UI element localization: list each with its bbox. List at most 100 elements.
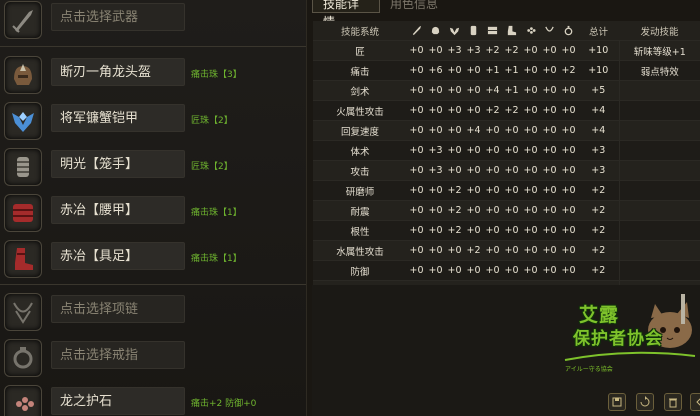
skill-value: +0	[426, 80, 445, 101]
equipment-slot-waist[interactable]: 赤冶【腰甲】 痛击珠【1】	[0, 189, 306, 235]
skill-value: +0	[521, 140, 540, 161]
skill-value: +0	[559, 180, 578, 201]
skill-value: +0	[407, 260, 426, 281]
equipment-name[interactable]: 断刃一角龙头盔	[51, 58, 185, 86]
skill-value: +0	[540, 100, 559, 121]
skill-value: +0	[559, 120, 578, 141]
skill-value: +0	[540, 80, 559, 101]
decoration-label: 痛击珠【1】	[191, 254, 242, 264]
decoration-label: 痛击珠【1】	[191, 208, 242, 218]
save-icon	[612, 397, 622, 407]
skill-value: +0	[426, 180, 445, 201]
delete-button[interactable]	[664, 393, 682, 411]
equipment-slot-ring[interactable]: 点击选择戒指	[0, 334, 306, 380]
header-total: 总计	[578, 21, 619, 41]
skill-value: +0	[464, 260, 483, 281]
gauntlet-icon	[4, 148, 42, 186]
decoration-label: 匠珠【2】	[191, 162, 233, 172]
skill-name: 匠	[313, 40, 407, 61]
skill-value: +0	[502, 140, 521, 161]
skill-value: +0	[502, 160, 521, 181]
skill-value: +2	[483, 100, 502, 121]
equipment-name[interactable]: 赤冶【腰甲】	[51, 196, 185, 224]
equipment-slot-head[interactable]: 断刃一角龙头盔 痛击珠【3】	[0, 51, 306, 97]
equipment-name[interactable]: 点击选择项链	[51, 295, 185, 323]
skill-value: +0	[445, 160, 464, 181]
table-row: 防御 +0 +0 +0 +0 +0 +0 +0 +0 +0 +2	[313, 260, 700, 281]
active-skill	[618, 120, 700, 141]
table-row: 痛击 +0 +6 +0 +0 +1 +1 +0 +0 +2 +10 弱点特效	[313, 60, 700, 81]
waist-armor-icon	[483, 21, 502, 41]
skill-value: +0	[540, 200, 559, 221]
skill-value: +0	[559, 140, 578, 161]
equipment-slot-necklace[interactable]: 点击选择项链	[0, 288, 306, 334]
skill-value: +0	[445, 260, 464, 281]
decoration-label: 痛击珠【3】	[191, 70, 242, 80]
skill-value: +2	[502, 100, 521, 121]
equipment-name[interactable]: 点击选择戒指	[51, 341, 185, 369]
divider	[0, 46, 306, 47]
skill-value: +0	[483, 160, 502, 181]
active-skill	[618, 140, 700, 161]
skill-name: 耐震	[313, 200, 407, 221]
table-row: 耐震 +0 +0 +2 +0 +0 +0 +0 +0 +0 +2	[313, 200, 700, 221]
skill-value: +0	[464, 160, 483, 181]
necklace-icon	[4, 293, 42, 331]
active-skill	[618, 200, 700, 221]
skill-value: +4	[464, 120, 483, 141]
table-row: 火属性攻击 +0 +0 +0 +0 +2 +2 +0 +0 +0 +4	[313, 100, 700, 121]
waist-armor-icon	[4, 194, 42, 232]
skill-value: +2	[559, 60, 578, 81]
header-skill-system: 技能系统	[313, 21, 407, 41]
equipment-name[interactable]: 点击选择武器	[51, 3, 185, 31]
table-row: 体术 +0 +3 +0 +0 +0 +0 +0 +0 +0 +3	[313, 140, 700, 161]
skill-value: +0	[559, 200, 578, 221]
equipment-name[interactable]: 赤冶【具足】	[51, 242, 185, 270]
save-button[interactable]	[608, 393, 626, 411]
equipment-name[interactable]: 明光【笼手】	[51, 150, 185, 178]
skill-value: +2	[445, 180, 464, 201]
table-header-row: 技能系统 总计 发动技能	[313, 21, 700, 41]
skill-name: 火属性攻击	[313, 100, 407, 121]
table-row: 匠 +0 +0 +3 +3 +2 +2 +0 +0 +0 +10 斩味等级+1	[313, 40, 700, 61]
active-skill	[618, 160, 700, 181]
chest-armor-icon	[445, 21, 464, 41]
skill-value: +0	[464, 200, 483, 221]
equipment-slot-talisman[interactable]: 龙之护石 痛击+2 防御+0	[0, 380, 306, 416]
skill-value: +0	[502, 260, 521, 281]
skill-value: +6	[426, 60, 445, 81]
skill-value: +0	[540, 60, 559, 81]
equipment-slot-weapon[interactable]: 点击选择武器	[0, 0, 306, 42]
skill-value: +0	[464, 140, 483, 161]
helmet-icon	[4, 56, 42, 94]
skill-value: +0	[559, 260, 578, 281]
equipment-panel: 点击选择武器 断刃一角龙头盔 痛击珠【3】 将军镰蟹铠甲 匠珠【2】 明光【笼手…	[0, 0, 307, 416]
skill-value: +0	[521, 180, 540, 201]
skill-value: +0	[521, 80, 540, 101]
skill-value: +4	[483, 80, 502, 101]
skill-value: +0	[464, 100, 483, 121]
table-row: 剑术 +0 +0 +0 +0 +4 +1 +0 +0 +0 +5	[313, 80, 700, 101]
skill-value: +0	[559, 160, 578, 181]
skill-value: +0	[407, 80, 426, 101]
tab-usage-info[interactable]: 用色信息	[380, 0, 452, 13]
reload-button[interactable]	[636, 393, 654, 411]
skill-value: +0	[540, 160, 559, 181]
equipment-slot-arms[interactable]: 明光【笼手】 匠珠【2】	[0, 143, 306, 189]
skill-value: +0	[445, 240, 464, 261]
skill-value: +0	[540, 180, 559, 201]
skill-name: 痛击	[313, 60, 407, 81]
skill-value: +1	[502, 60, 521, 81]
equipment-name[interactable]: 龙之护石	[51, 387, 185, 415]
more-button[interactable]	[690, 393, 700, 411]
equipment-slot-chest[interactable]: 将军镰蟹铠甲 匠珠【2】	[0, 97, 306, 143]
skill-value: +0	[445, 60, 464, 81]
tab-skill-details[interactable]: 技能详情	[312, 0, 380, 29]
skill-value: +0	[559, 80, 578, 101]
equipment-slot-legs[interactable]: 赤冶【具足】 痛击珠【1】	[0, 235, 306, 281]
skill-value: +0	[407, 120, 426, 141]
skill-value: +0	[483, 120, 502, 141]
talisman-icon	[4, 385, 42, 416]
active-skill	[618, 80, 700, 101]
equipment-name[interactable]: 将军镰蟹铠甲	[51, 104, 185, 132]
